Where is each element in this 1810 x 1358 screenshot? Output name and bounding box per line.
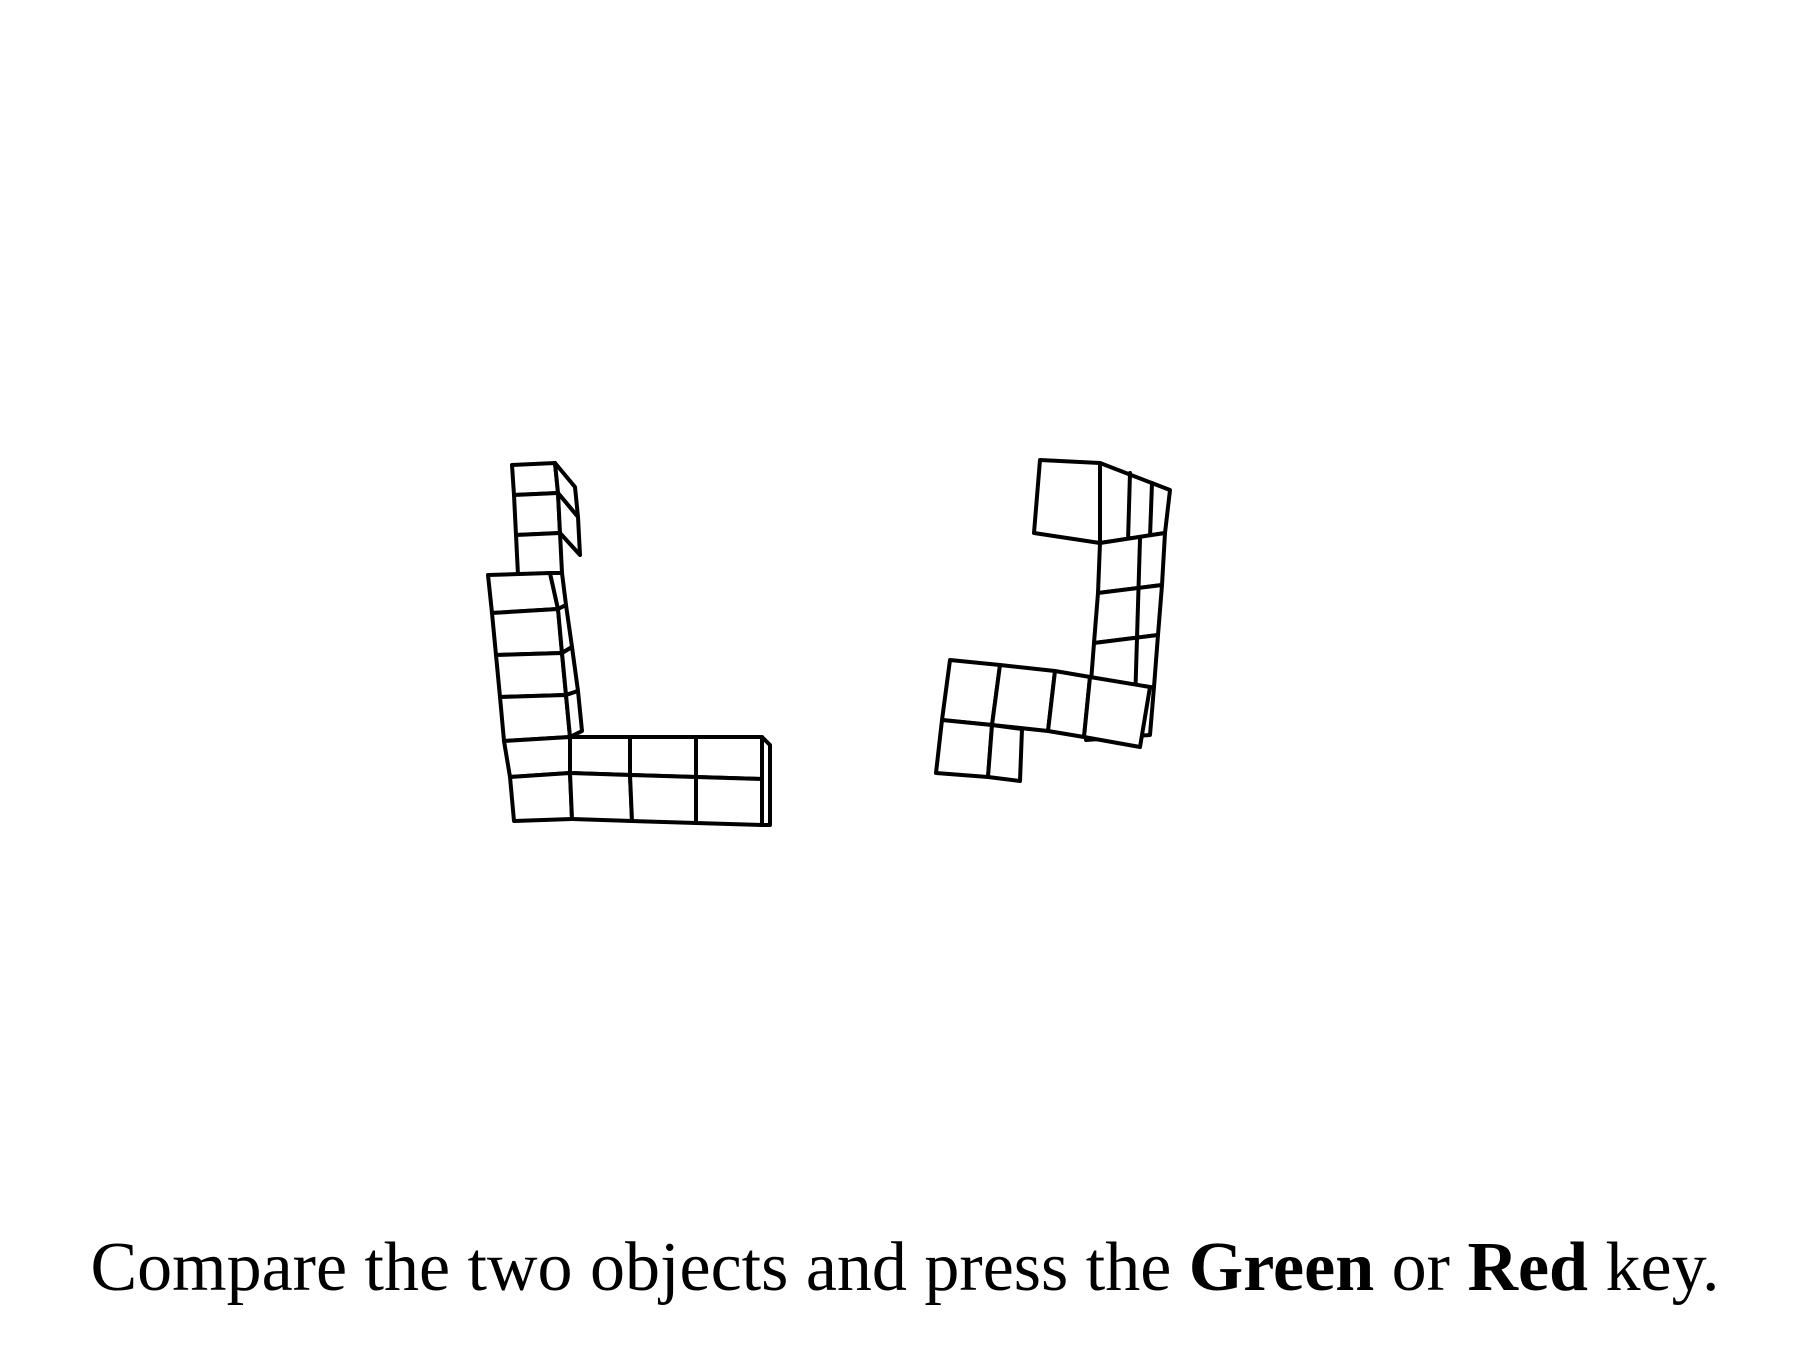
red-key-label: Red <box>1467 1229 1588 1306</box>
instruction-middle: or <box>1374 1229 1468 1306</box>
left-vertical-column <box>486 461 584 743</box>
green-key-label: Green <box>1188 1229 1375 1306</box>
instruction-prefix: Compare the two objects and press the <box>90 1229 1189 1306</box>
instruction-suffix: key. <box>1588 1229 1720 1306</box>
right-object-figure <box>930 455 1290 825</box>
stimulus-area <box>0 0 1810 1358</box>
right-top-cluster <box>1032 458 1172 545</box>
left-horizontal-arm <box>502 735 772 827</box>
instruction-text: Compare the two objects and press the Gr… <box>0 1228 1810 1308</box>
cube-assembly-icon <box>934 458 1172 783</box>
cube-assembly-icon <box>486 461 772 827</box>
left-object-figure <box>470 455 800 827</box>
